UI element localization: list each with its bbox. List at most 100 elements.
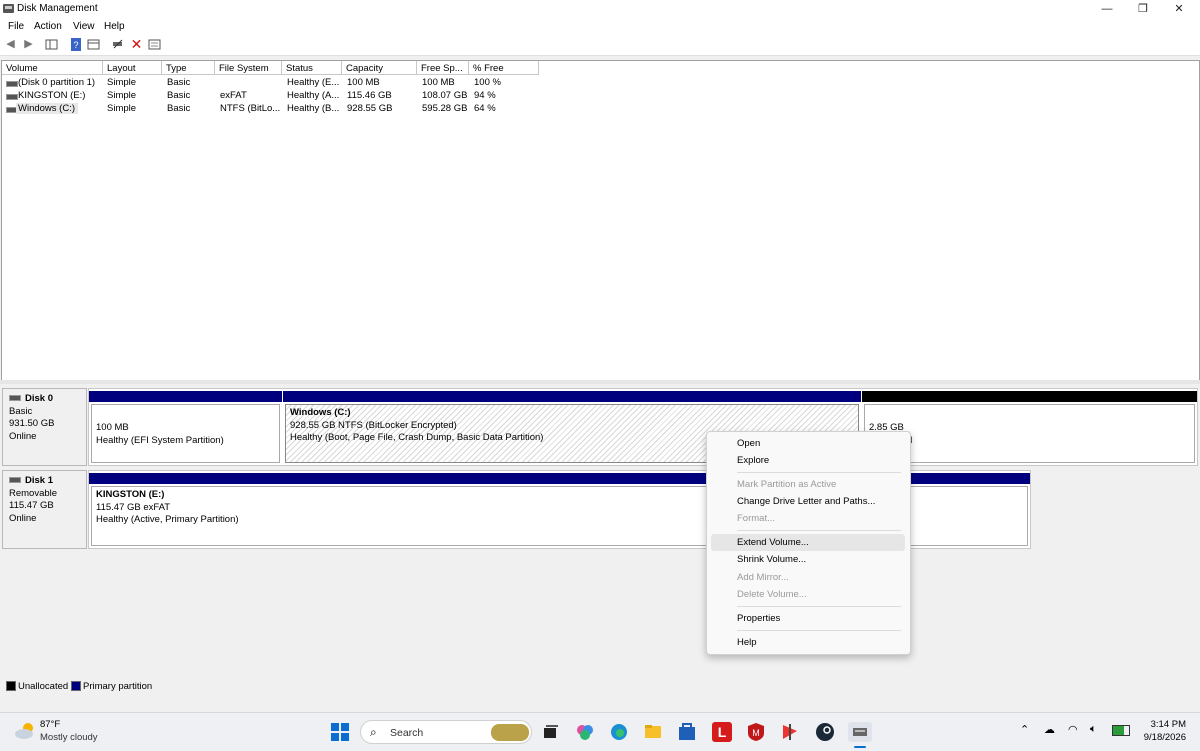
steam-icon[interactable] — [815, 722, 835, 742]
menu-item-extend-volume[interactable]: Extend Volume... — [711, 534, 905, 551]
partition-status: d — [869, 435, 1190, 448]
column-header-type[interactable]: Type — [162, 61, 215, 75]
task-view-icon[interactable] — [540, 722, 560, 742]
toolbar: ◀ ▶ ? ✕ — [0, 35, 1200, 56]
volume-list: Volume Layout Type File System Status Ca… — [1, 60, 1200, 382]
menu-file[interactable]: File — [8, 21, 24, 32]
table-row[interactable]: Windows (C:) Simple Basic NTFS (BitLo...… — [2, 103, 562, 116]
svg-text:?: ? — [73, 40, 78, 50]
table-row[interactable]: (Disk 0 partition 1) Simple Basic Health… — [2, 77, 562, 90]
partition-bar — [862, 391, 1197, 402]
disk-state: Online — [9, 430, 37, 442]
menu-item-delete-volume: Delete Volume... — [737, 589, 807, 600]
menu-item-explore[interactable]: Explore — [711, 452, 905, 469]
cell-percent-free: 64 % — [474, 103, 496, 114]
table-row[interactable]: KINGSTON (E:) Simple Basic exFAT Healthy… — [2, 90, 562, 103]
cell-volume: Windows (C:) — [16, 103, 78, 114]
drive-icon — [6, 94, 18, 100]
column-header-file-system[interactable]: File System — [215, 61, 282, 75]
drive-icon — [6, 81, 18, 87]
cell-layout: Simple — [107, 103, 137, 114]
menu-action[interactable]: Action — [34, 21, 62, 32]
menu-view[interactable]: View — [73, 21, 95, 32]
menu-item-help[interactable]: Help — [711, 634, 905, 651]
menu-item-shrink-volume[interactable]: Shrink Volume... — [711, 551, 905, 568]
file-explorer-icon[interactable] — [643, 722, 663, 742]
column-header-status[interactable]: Status — [282, 61, 342, 75]
weather-desc[interactable]: Mostly cloudy — [40, 732, 98, 743]
weather-cloud-icon[interactable] — [14, 721, 36, 741]
vpn-icon[interactable] — [780, 722, 800, 742]
wifi-icon[interactable]: ◠ — [1068, 723, 1078, 736]
disk-kind: Removable — [9, 487, 58, 499]
pane-splitter[interactable] — [0, 380, 1200, 384]
menu-separator — [737, 630, 901, 631]
cell-status: Healthy (B... — [287, 103, 340, 114]
cloud-sync-icon[interactable]: ☁ — [1044, 723, 1055, 736]
help-icon[interactable]: ? — [70, 38, 83, 51]
forward-icon[interactable]: ▶ — [22, 38, 35, 51]
menu-item-mark-active: Mark Partition as Active — [737, 479, 837, 490]
menu-item-properties[interactable]: Properties — [711, 610, 905, 627]
minimize-button[interactable]: — — [1090, 0, 1124, 18]
cell-status: Healthy (E... — [287, 77, 340, 88]
show-hide-console-tree-icon[interactable] — [45, 38, 58, 51]
cell-status: Healthy (A... — [287, 90, 340, 101]
disk-state: Online — [9, 512, 37, 524]
chevron-up-icon[interactable]: ⌃ — [1020, 723, 1029, 736]
delete-icon[interactable]: ✕ — [130, 37, 143, 51]
close-button[interactable]: ✕ — [1162, 0, 1196, 18]
disk-icon — [9, 395, 21, 402]
battery-icon[interactable] — [1112, 725, 1130, 736]
connect-icon[interactable] — [111, 38, 124, 51]
menu-item-open[interactable]: Open — [711, 435, 905, 452]
cell-capacity: 115.46 GB — [347, 90, 392, 101]
column-header-layout[interactable]: Layout — [103, 61, 162, 75]
search-highlight-icon — [491, 724, 529, 741]
cell-file-system: NTFS (BitLo... — [220, 103, 281, 114]
cell-free-space: 108.07 GB — [422, 90, 468, 101]
start-icon[interactable] — [330, 722, 350, 742]
disk-1-header[interactable]: Disk 1 Removable 115.47 GB Online — [2, 470, 87, 549]
clock-time[interactable]: 3:14 PM — [1148, 719, 1186, 730]
back-icon[interactable]: ◀ — [4, 38, 17, 51]
legend-primary-label: Primary partition — [83, 681, 153, 692]
microsoft-store-icon[interactable] — [677, 722, 697, 742]
disk-icon — [9, 477, 21, 484]
copilot-icon[interactable] — [575, 722, 595, 742]
window-title: Disk Management — [17, 3, 98, 14]
disk-management-taskbar-icon[interactable] — [848, 722, 872, 742]
menu-item-change-drive-letter[interactable]: Change Drive Letter and Paths... — [711, 493, 905, 510]
search-placeholder: Search — [390, 727, 424, 739]
disk-name: Disk 1 — [25, 475, 53, 486]
clock-date[interactable]: 9/18/2026 — [1138, 732, 1186, 743]
menu-separator — [737, 530, 901, 531]
column-header-percent-free[interactable]: % Free — [469, 61, 539, 75]
partition-bar — [283, 391, 861, 402]
partition-bar — [89, 391, 282, 402]
taskbar-search[interactable]: ⌕ Search — [360, 720, 532, 744]
cell-free-space: 595.28 GB — [422, 103, 468, 114]
column-header-free-space[interactable]: Free Sp... — [417, 61, 469, 75]
lexmark-l-icon[interactable]: L — [712, 722, 732, 742]
partition-size: 100 MB — [96, 422, 129, 433]
column-header-capacity[interactable]: Capacity — [342, 61, 417, 75]
restore-button[interactable]: ❐ — [1126, 0, 1160, 18]
cell-type: Basic — [167, 103, 191, 114]
volume-icon[interactable]: 🔈︎ — [1090, 723, 1097, 736]
disk-size: 931.50 GB — [9, 418, 55, 429]
context-menu: Open Explore Mark Partition as Active Ch… — [706, 431, 911, 655]
menu-help[interactable]: Help — [104, 21, 125, 32]
disk-size: 115.47 GB — [9, 500, 54, 511]
properties-icon[interactable] — [87, 38, 100, 51]
partition-status: Healthy (EFI System Partition) — [96, 434, 224, 446]
partition-unallocated[interactable]: 2.85 GB d — [862, 391, 1197, 465]
partition-efi[interactable]: 100 MB Healthy (EFI System Partition) — [89, 391, 282, 465]
settings-icon[interactable] — [148, 38, 161, 51]
disk-0-header[interactable]: Disk 0 Basic 931.50 GB Online — [2, 388, 87, 466]
cell-free-space: 100 MB — [422, 77, 455, 88]
mcafee-icon[interactable]: M — [746, 722, 766, 742]
edge-icon[interactable] — [609, 722, 629, 742]
weather-temp[interactable]: 87°F — [40, 719, 60, 730]
column-header-volume[interactable]: Volume — [2, 61, 103, 75]
